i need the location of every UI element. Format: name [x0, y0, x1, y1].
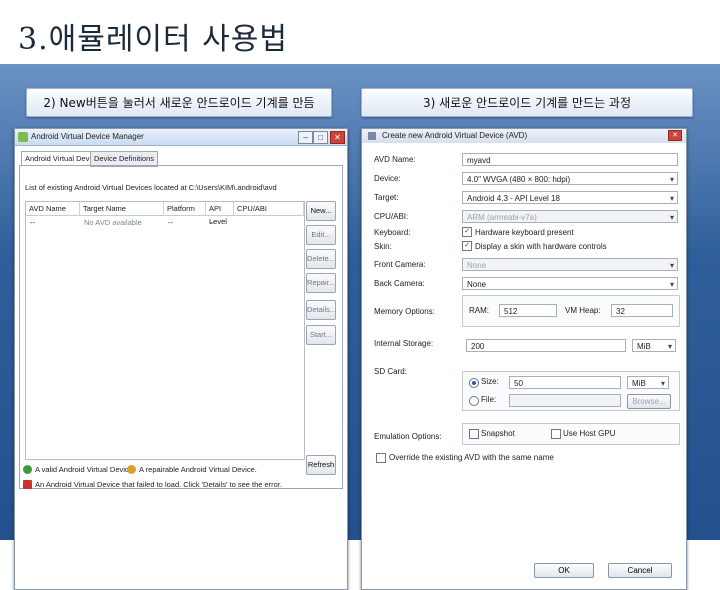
- col-cpu-abi[interactable]: CPU/ABI: [234, 202, 304, 215]
- label-front-camera: Front Camera:: [374, 260, 426, 269]
- row-api-level: --: [210, 218, 215, 227]
- size-label: Size:: [481, 377, 499, 386]
- create-avd-title: Create new Android Virtual Device (AVD): [382, 131, 528, 140]
- android-icon: [18, 132, 28, 142]
- ram-input[interactable]: 512: [499, 304, 557, 317]
- label-target: Target:: [374, 193, 399, 202]
- close-icon[interactable]: ✕: [668, 130, 682, 141]
- col-api-level[interactable]: API Level: [206, 202, 234, 226]
- avd-manager-title: Android Virtual Device Manager: [31, 132, 144, 141]
- start-button[interactable]: Start...: [306, 325, 336, 345]
- caption-right: 3) 새로운 안드로이드 기계를 만드는 과정: [361, 88, 693, 117]
- label-sd-card: SD Card:: [374, 367, 407, 376]
- label-emulation-options: Emulation Options:: [374, 432, 442, 441]
- vm-heap-input[interactable]: 32: [611, 304, 673, 317]
- cancel-button[interactable]: Cancel: [608, 563, 672, 578]
- legend-repairable: A repairable Android Virtual Device.: [139, 465, 257, 474]
- label-internal-storage: Internal Storage:: [374, 339, 434, 348]
- row-avd-name: --: [30, 218, 35, 227]
- caption-left: 2) New버튼을 눌러서 새로운 안드로이드 기계를 만듬: [26, 88, 332, 117]
- create-avd-titlebar: Create new Android Virtual Device (AVD) …: [362, 129, 686, 143]
- repairable-avd-icon: [127, 465, 136, 474]
- skin-label: Display a skin with hardware controls: [475, 242, 607, 251]
- minimize-button[interactable]: –: [298, 131, 313, 144]
- label-skin: Skin:: [374, 242, 392, 251]
- edit-button[interactable]: Edit...: [306, 225, 336, 245]
- window-icon: [368, 132, 376, 140]
- col-target-name[interactable]: Target Name: [80, 202, 164, 215]
- valid-avd-icon: [23, 465, 32, 474]
- create-avd-window: Create new Android Virtual Device (AVD) …: [361, 128, 687, 590]
- label-device: Device:: [374, 174, 401, 183]
- legend-valid: A valid Android Virtual Device.: [35, 465, 135, 474]
- new-button[interactable]: New...: [306, 201, 336, 221]
- label-cpu-abi: CPU/ABI:: [374, 212, 409, 221]
- sd-card-group: Size: 50 MiB File: Browse...: [462, 371, 680, 411]
- repair-button[interactable]: Repair...: [306, 273, 336, 293]
- close-button[interactable]: ✕: [330, 131, 345, 144]
- snapshot-label: Snapshot: [481, 429, 515, 438]
- slide-header: 3.애뮬레이터 사용법: [0, 0, 720, 64]
- front-camera-select[interactable]: None: [462, 258, 678, 272]
- label-memory-options: Memory Options:: [374, 307, 435, 316]
- avd-manager-titlebar: Android Virtual Device Manager – □ ✕: [15, 129, 347, 146]
- file-radio[interactable]: [469, 396, 479, 406]
- details-button[interactable]: Details...: [306, 300, 336, 320]
- avd-manager-window: Android Virtual Device Manager – □ ✕ And…: [14, 128, 348, 590]
- col-avd-name[interactable]: AVD Name: [26, 202, 80, 215]
- ok-button[interactable]: OK: [534, 563, 594, 578]
- sd-file-input[interactable]: [509, 394, 621, 407]
- vm-heap-label: VM Heap:: [565, 306, 601, 315]
- row-target-name: No AVD available: [84, 218, 142, 227]
- keyboard-checkbox[interactable]: ✓: [462, 227, 472, 237]
- internal-unit-select[interactable]: MiB: [632, 339, 676, 353]
- ram-label: RAM:: [469, 306, 489, 315]
- browse-button[interactable]: Browse...: [627, 394, 671, 409]
- emulation-group: Snapshot Use Host GPU: [462, 423, 680, 445]
- back-camera-select[interactable]: None: [462, 277, 678, 291]
- maximize-button[interactable]: □: [313, 131, 328, 144]
- avd-table: AVD Name Target Name Platform API Level …: [25, 201, 305, 460]
- label-keyboard: Keyboard:: [374, 228, 411, 237]
- sd-unit-select[interactable]: MiB: [627, 376, 669, 390]
- delete-button[interactable]: Delete...: [306, 249, 336, 269]
- sd-size-input[interactable]: 50: [509, 376, 621, 389]
- label-back-camera: Back Camera:: [374, 279, 425, 288]
- snapshot-checkbox[interactable]: [469, 429, 479, 439]
- override-checkbox[interactable]: [376, 453, 386, 463]
- row-platform: --: [168, 218, 173, 227]
- col-platform[interactable]: Platform: [164, 202, 206, 215]
- size-radio[interactable]: [469, 378, 479, 388]
- legend-failed: An Android Virtual Device that failed to…: [35, 480, 283, 489]
- host-gpu-label: Use Host GPU: [563, 429, 616, 438]
- host-gpu-checkbox[interactable]: [551, 429, 561, 439]
- keyboard-label: Hardware keyboard present: [475, 228, 574, 237]
- file-label: File:: [481, 395, 497, 404]
- refresh-button[interactable]: Refresh: [306, 455, 336, 475]
- override-label: Override the existing AVD with the same …: [389, 453, 554, 462]
- cpu-abi-select[interactable]: ARM (armeabi-v7a): [462, 210, 678, 224]
- skin-checkbox[interactable]: ✓: [462, 241, 472, 251]
- avd-name-input[interactable]: myavd: [462, 153, 678, 166]
- memory-group: RAM: 512 VM Heap: 32: [462, 295, 680, 327]
- slide-title: 3.애뮬레이터 사용법: [18, 22, 288, 57]
- slide-body: 2) New버튼을 눌러서 새로운 안드로이드 기계를 만듬 3) 새로운 안드…: [0, 64, 720, 590]
- internal-storage-input[interactable]: 200: [466, 339, 626, 352]
- label-avd-name: AVD Name:: [374, 155, 416, 164]
- target-select[interactable]: Android 4.3 - API Level 18: [462, 191, 678, 205]
- avd-list-caption: List of existing Android Virtual Devices…: [25, 183, 277, 192]
- device-select[interactable]: 4.0" WVGA (480 × 800: hdpi): [462, 172, 678, 186]
- failed-avd-icon: [23, 480, 32, 489]
